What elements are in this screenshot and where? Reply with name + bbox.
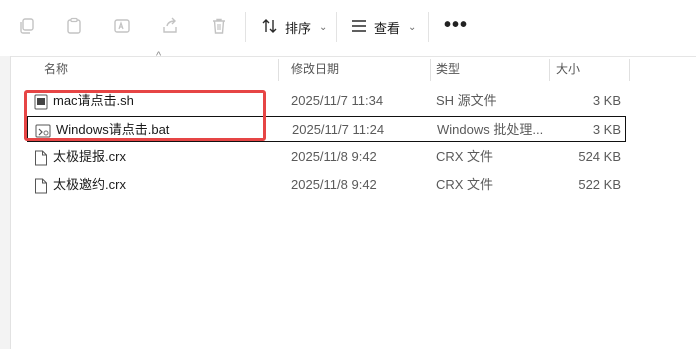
sort-ascending-icon: ^	[156, 50, 162, 62]
toolbar-divider	[336, 12, 337, 42]
delete-icon[interactable]	[209, 16, 229, 36]
file-icon	[34, 177, 48, 194]
file-icon	[34, 149, 48, 166]
column-header-date[interactable]: 修改日期	[291, 56, 339, 82]
view-button[interactable]: 查看 ⌄	[350, 14, 416, 40]
column-header-type[interactable]: 类型	[436, 56, 460, 82]
rename-icon[interactable]	[112, 16, 132, 36]
column-divider[interactable]	[549, 59, 550, 81]
sort-label: 排序	[285, 20, 312, 36]
file-type: CRX 文件	[436, 177, 494, 192]
batch-file-icon	[35, 122, 51, 138]
file-row-selected[interactable]: Windows请点击.bat 2025/11/7 11:24 Windows 批…	[27, 116, 626, 142]
more-options-button[interactable]: •••	[444, 14, 468, 37]
file-row[interactable]: mac请点击.sh 2025/11/7 11:34 SH 源文件 3 KB	[27, 88, 625, 114]
file-date: 2025/11/8 9:42	[291, 177, 377, 192]
file-date: 2025/11/8 9:42	[291, 149, 377, 164]
navigation-pane-edge	[0, 56, 11, 349]
file-type: SH 源文件	[436, 93, 497, 108]
file-row[interactable]: 太极邀约.crx 2025/11/8 9:42 CRX 文件 522 KB	[27, 172, 625, 198]
chevron-down-icon: ⌄	[408, 21, 417, 33]
view-list-icon	[350, 19, 368, 36]
column-header-row: ^ 名称 修改日期 类型 大小	[12, 50, 630, 82]
script-file-icon	[34, 93, 48, 110]
file-name: 太极提报.crx	[53, 149, 126, 164]
file-size: 3 KB	[592, 122, 621, 137]
toolbar-divider	[428, 12, 429, 42]
file-type: CRX 文件	[436, 149, 494, 164]
command-bar: 排序 ⌄ 查看 ⌄ •••	[0, 0, 696, 57]
column-divider[interactable]	[430, 59, 431, 81]
file-date: 2025/11/7 11:34	[291, 93, 384, 108]
sort-button[interactable]: 排序 ⌄	[261, 14, 327, 40]
file-size: 522 KB	[578, 177, 621, 192]
file-size: 3 KB	[592, 93, 621, 108]
file-row[interactable]: 太极提报.crx 2025/11/8 9:42 CRX 文件 524 KB	[27, 144, 625, 170]
file-size: 524 KB	[578, 149, 621, 164]
column-header-size[interactable]: 大小	[556, 56, 580, 82]
file-date: 2025/11/7 11:24	[292, 122, 385, 137]
view-label: 查看	[374, 20, 401, 36]
chevron-down-icon: ⌄	[319, 21, 328, 33]
copy-icon[interactable]	[17, 16, 37, 36]
file-name: 太极邀约.crx	[53, 177, 126, 192]
column-divider[interactable]	[629, 59, 630, 81]
column-divider[interactable]	[278, 59, 279, 81]
toolbar-divider	[245, 12, 246, 42]
sort-icon	[261, 18, 279, 37]
column-header-name[interactable]: 名称	[44, 56, 68, 82]
file-type: Windows 批处理...	[437, 122, 544, 137]
file-name: Windows请点击.bat	[56, 122, 170, 137]
file-name: mac请点击.sh	[53, 93, 134, 108]
share-icon[interactable]	[160, 16, 180, 36]
paste-icon[interactable]	[64, 16, 84, 36]
